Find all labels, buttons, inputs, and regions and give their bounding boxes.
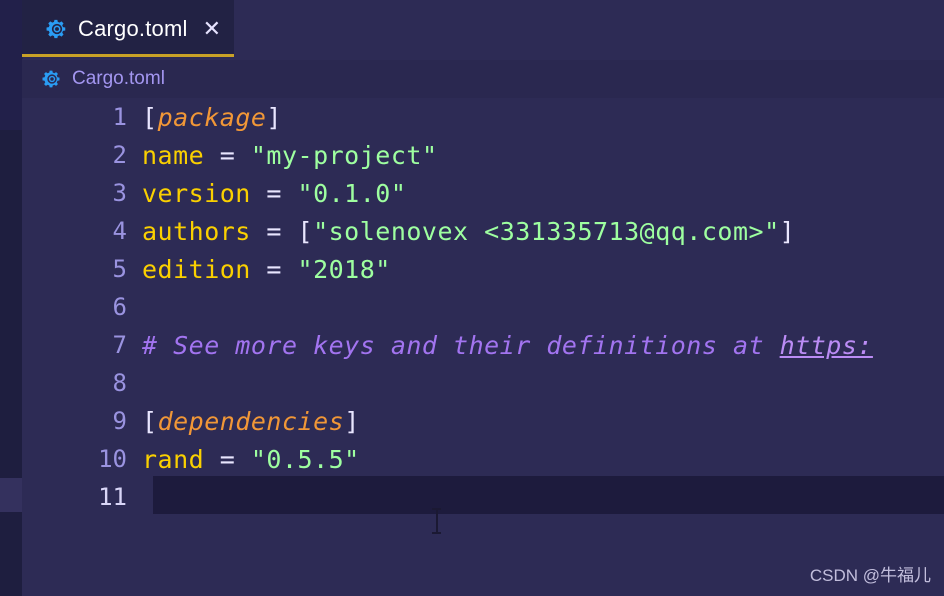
token-str: "solenovex <331335713@qq.com>" xyxy=(313,216,780,246)
token-key: name xyxy=(142,140,205,170)
vscode-window: Cargo.toml ✕ Cargo.toml 1 [package] 2 name … xyxy=(0,0,944,596)
line-number: 8 xyxy=(112,369,127,397)
line-number: 10 xyxy=(98,445,127,473)
code-line-text[interactable]: version = "0.1.0" xyxy=(140,179,406,208)
token-str: "0.1.0" xyxy=(297,178,407,208)
breadcrumb[interactable]: Cargo.toml xyxy=(22,60,944,98)
code-line[interactable]: 5 edition = "2018" xyxy=(22,250,944,288)
code-line[interactable]: 9 [dependencies] xyxy=(22,402,944,440)
code-line-text[interactable]: # See more keys and their definitions at… xyxy=(140,331,873,360)
token-key: rand xyxy=(142,444,205,474)
line-number: 9 xyxy=(112,407,127,435)
token-punc: [ xyxy=(142,102,158,132)
activity-bar-upper-region xyxy=(0,0,22,130)
code-line[interactable]: 3 version = "0.1.0" xyxy=(22,174,944,212)
code-line-text[interactable]: rand = "0.5.5" xyxy=(140,445,360,474)
close-icon[interactable]: ✕ xyxy=(200,17,224,41)
token-eq: = xyxy=(204,444,251,474)
editor-tab-cargo-toml[interactable]: Cargo.toml ✕ xyxy=(22,0,234,57)
code-line[interactable]: 2 name = "my-project" xyxy=(22,136,944,174)
line-number: 2 xyxy=(112,141,127,169)
code-line[interactable]: 1 [package] xyxy=(22,98,944,136)
token-key: authors xyxy=(142,216,251,246)
code-line-text[interactable]: authors = ["solenovex <331335713@qq.com>… xyxy=(140,217,795,246)
token-eq: = xyxy=(250,254,298,284)
token-str: "2018" xyxy=(297,254,391,284)
token-eq: = xyxy=(250,216,298,246)
code-lines-container: 1 [package] 2 name = "my-project" 3 version =… xyxy=(22,98,944,516)
code-line-text[interactable]: [dependencies] xyxy=(140,407,360,436)
token-eq: = xyxy=(204,140,251,170)
line-number: 6 xyxy=(112,293,127,321)
gear-icon xyxy=(46,19,66,38)
active-tab-underline xyxy=(22,54,234,57)
line-number: 3 xyxy=(112,179,127,207)
token-punc: ] xyxy=(344,406,360,436)
activity-bar-highlight[interactable] xyxy=(0,478,22,512)
token-comment: # See more keys and their definitions at xyxy=(142,330,780,360)
line-number: 1 xyxy=(112,103,127,131)
activity-bar-strip[interactable] xyxy=(0,0,22,596)
token-section: package xyxy=(157,102,267,132)
line-number: 4 xyxy=(112,217,127,245)
token-eq: = xyxy=(250,178,298,208)
token-punc: ] xyxy=(266,102,282,132)
token-str: "0.5.5" xyxy=(250,444,360,474)
line-number: 7 xyxy=(112,331,127,359)
editor-tab-bar: Cargo.toml ✕ xyxy=(22,0,944,57)
token-key: version xyxy=(142,178,251,208)
token-section: dependencies xyxy=(157,406,345,436)
code-line[interactable]: 6 xyxy=(22,288,944,326)
line-number: 11 xyxy=(98,483,127,511)
code-line[interactable]: 11 xyxy=(22,478,944,516)
mouse-text-cursor xyxy=(432,508,441,534)
code-line[interactable]: 4 authors = ["solenovex <331335713@qq.com… xyxy=(22,212,944,250)
token-punc: ] xyxy=(779,216,796,246)
gear-icon xyxy=(42,70,60,88)
code-line[interactable]: 8 xyxy=(22,364,944,402)
code-line[interactable]: 7 # See more keys and their definitions a… xyxy=(22,326,944,364)
code-line-text[interactable]: edition = "2018" xyxy=(140,255,391,284)
code-line[interactable]: 10 rand = "0.5.5" xyxy=(22,440,944,478)
code-line-text[interactable]: [package] xyxy=(140,103,282,132)
token-str: "my-project" xyxy=(250,140,438,170)
editor-tab-label: Cargo.toml xyxy=(78,15,188,41)
token-punc: [ xyxy=(142,406,158,436)
code-editor[interactable]: 1 [package] 2 name = "my-project" 3 version =… xyxy=(22,98,944,596)
token-link[interactable]: https: xyxy=(780,331,873,360)
breadcrumb-item-label[interactable]: Cargo.toml xyxy=(72,68,165,90)
token-punc: [ xyxy=(297,216,314,246)
csdn-watermark: CSDN @牛福儿 xyxy=(809,566,931,585)
line-number: 5 xyxy=(112,255,127,283)
token-key: edition xyxy=(142,254,251,284)
code-line-text[interactable]: name = "my-project" xyxy=(140,141,438,170)
